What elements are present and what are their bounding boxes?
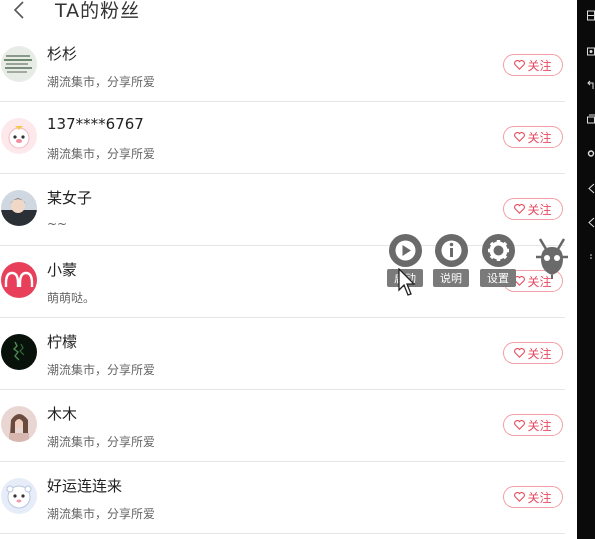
robot-assistant-icon[interactable]	[532, 237, 572, 279]
list-item[interactable]: 柠檬 潮流集市，分享所爱 关注	[0, 318, 577, 390]
fan-name: 杉杉	[47, 45, 78, 63]
more-icon[interactable]	[587, 252, 595, 263]
follow-button[interactable]: 关注	[503, 126, 563, 148]
avatar[interactable]	[1, 262, 37, 298]
heart-icon	[514, 204, 526, 214]
heart-icon	[514, 420, 526, 430]
heart-icon	[514, 60, 526, 70]
list-item[interactable]: 木木 潮流集市，分享所爱 关注	[0, 390, 577, 462]
page-title: TA的粉丝	[55, 0, 141, 22]
settings-tool[interactable]: 设置	[480, 234, 516, 287]
grid-icon[interactable]	[587, 10, 595, 21]
avatar[interactable]	[1, 190, 37, 226]
avatar[interactable]	[1, 406, 37, 442]
heart-icon	[514, 492, 526, 502]
fan-name: 137****6767	[47, 115, 144, 133]
avatar[interactable]	[1, 478, 37, 514]
info-tool[interactable]: 说明	[433, 234, 469, 287]
volume-icon[interactable]	[587, 183, 595, 194]
header: TA的粉丝	[0, 0, 577, 26]
tool-label: 说明	[433, 269, 469, 287]
fan-name: 好运连连来	[47, 477, 123, 495]
follow-button[interactable]: 关注	[503, 342, 563, 364]
avatar[interactable]	[1, 46, 37, 82]
fan-name: 某女子	[47, 189, 93, 207]
camera-icon[interactable]	[587, 46, 595, 57]
list-item[interactable]: 好运连连来 潮流集市，分享所爱 关注	[0, 462, 577, 534]
play-icon	[388, 234, 422, 267]
follow-label: 关注	[527, 202, 552, 217]
follow-label: 关注	[527, 346, 552, 361]
volume-down-icon[interactable]	[587, 217, 595, 228]
fan-subtitle: 潮流集市，分享所爱	[47, 507, 156, 521]
list-item[interactable]: 杉杉 潮流集市，分享所爱 关注	[0, 30, 577, 102]
fan-name: 小蒙	[47, 261, 78, 279]
gear-icon	[481, 234, 515, 267]
avatar[interactable]	[1, 118, 37, 154]
follow-button[interactable]: 关注	[503, 414, 563, 436]
fan-subtitle: 潮流集市，分享所爱	[47, 363, 156, 377]
heart-icon	[514, 348, 526, 358]
heart-icon	[514, 132, 526, 142]
fan-subtitle: ~~	[47, 217, 68, 231]
follow-button[interactable]: 关注	[503, 54, 563, 76]
fans-screen: TA的粉丝 杉杉 潮流集市，分享所爱 关注 137****6767 潮流集市，分…	[0, 0, 577, 539]
follow-label: 关注	[527, 490, 552, 505]
system-side-bar	[577, 0, 595, 539]
follow-button[interactable]: 关注	[503, 198, 563, 220]
info-icon	[434, 234, 468, 267]
mouse-cursor-icon	[398, 267, 418, 298]
list-item[interactable]: 137****6767 潮流集市，分享所爱 关注	[0, 102, 577, 174]
window-icon[interactable]	[587, 114, 595, 125]
rotate-icon[interactable]	[587, 80, 595, 91]
fan-subtitle: 潮流集市，分享所爱	[47, 75, 156, 89]
heart-icon	[514, 276, 526, 286]
follow-label: 关注	[527, 418, 552, 433]
back-button[interactable]	[8, 0, 32, 24]
fan-name: 木木	[47, 405, 78, 423]
fan-subtitle: 潮流集市，分享所爱	[47, 147, 156, 161]
chevron-left-icon	[13, 1, 24, 19]
avatar[interactable]	[1, 334, 37, 370]
follow-button[interactable]: 关注	[503, 486, 563, 508]
settings-icon[interactable]	[587, 148, 595, 159]
fan-subtitle: 萌萌哒。	[47, 291, 96, 305]
fan-subtitle: 潮流集市，分享所爱	[47, 435, 156, 449]
follow-label: 关注	[527, 58, 552, 73]
tool-label: 设置	[480, 269, 516, 287]
follow-label: 关注	[527, 130, 552, 145]
fan-name: 柠檬	[47, 333, 78, 351]
